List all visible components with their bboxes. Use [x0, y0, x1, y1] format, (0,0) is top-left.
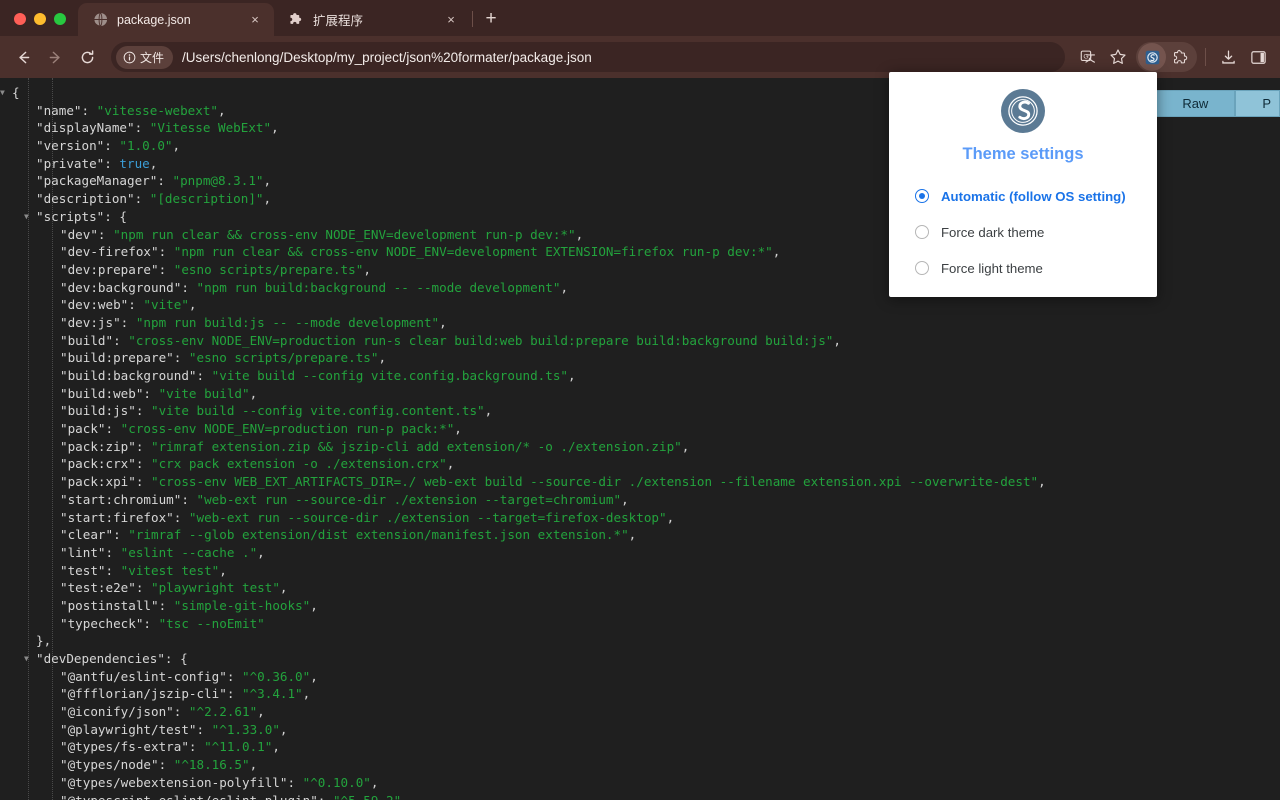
theme-extension-logo-icon — [1001, 89, 1045, 133]
tab-extensions[interactable]: 扩展程序 × — [274, 3, 470, 36]
parsed-button[interactable]: P — [1235, 90, 1280, 117]
json-line: "build:js": "vite build --config vite.co… — [60, 403, 493, 419]
tab-package-json[interactable]: package.json × — [78, 3, 274, 36]
reload-button[interactable] — [72, 42, 102, 72]
globe-icon — [92, 12, 108, 28]
browser-window: package.json × 扩展程序 × + 文件 /Users/chenlo… — [0, 0, 1280, 800]
tab-close-button[interactable]: × — [246, 11, 264, 29]
translate-icon[interactable]: G — [1074, 43, 1102, 71]
json-line: "postinstall": "simple-git-hooks", — [60, 597, 318, 613]
theme-options-group: Automatic (follow OS setting) Force dark… — [889, 164, 1157, 286]
json-line: "@types/fs-extra": "^11.0.1", — [60, 739, 280, 755]
url-text: /Users/chenlong/Desktop/my_project/json%… — [182, 49, 592, 65]
json-line: "build": "cross-env NODE_ENV=production … — [60, 332, 841, 348]
info-icon — [123, 51, 136, 63]
collapse-arrow-icon[interactable]: ▼ — [0, 84, 5, 102]
json-line: "pack:crx": "crx pack extension -o ./ext… — [60, 456, 455, 472]
theme-option-label: Force light theme — [941, 260, 1043, 276]
theme-option-light[interactable]: Force light theme — [915, 250, 1157, 286]
json-line: "@antfu/eslint-config": "^0.36.0", — [60, 668, 318, 684]
json-line: "@types/node": "^18.16.5", — [60, 757, 258, 773]
raw-button[interactable]: Raw — [1155, 90, 1236, 117]
file-scheme-label: 文件 — [140, 50, 165, 65]
json-line: "pack": "cross-env NODE_ENV=production r… — [60, 421, 462, 437]
tab-close-button[interactable]: × — [442, 11, 460, 29]
tab-title: package.json — [117, 12, 191, 27]
json-line: "@types/webextension-polyfill": "^0.10.0… — [60, 774, 379, 790]
tab-separator — [472, 11, 473, 27]
theme-settings-popup: Theme settings Automatic (follow OS sett… — [889, 72, 1157, 297]
collapse-arrow-icon[interactable]: ▼ — [24, 650, 29, 668]
json-line: "start:chromium": "web-ext run --source-… — [60, 491, 629, 507]
theme-option-automatic[interactable]: Automatic (follow OS setting) — [915, 178, 1157, 214]
new-tab-button[interactable]: + — [477, 5, 505, 33]
json-line: "@playwright/test": "^1.33.0", — [60, 721, 288, 737]
json-line: "dev:js": "npm run build:js -- --mode de… — [60, 314, 447, 330]
json-line: "pack:zip": "rimraf extension.zip && jsz… — [60, 438, 690, 454]
json-line: "build:prepare": "esno scripts/prepare.t… — [60, 350, 387, 366]
radio-automatic[interactable] — [915, 189, 929, 203]
close-window-button[interactable] — [14, 13, 26, 25]
json-line: }, — [36, 633, 52, 649]
popup-title: Theme settings — [962, 145, 1084, 163]
tab-strip: package.json × 扩展程序 × + — [0, 0, 1280, 36]
address-bar[interactable]: 文件 /Users/chenlong/Desktop/my_project/js… — [111, 42, 1065, 72]
json-line: "test": "vitest test", — [60, 562, 227, 578]
bookmark-star-icon[interactable] — [1104, 43, 1132, 71]
json-line: "@typescript-eslint/eslint-plugin": "^5.… — [60, 792, 409, 800]
json-line: "build:web": "vite build", — [60, 385, 258, 401]
collapse-arrow-icon[interactable]: ▼ — [24, 208, 29, 226]
json-line: ▼ "devDependencies": { — [24, 650, 188, 668]
theme-option-label: Automatic (follow OS setting) — [941, 188, 1126, 204]
json-line: "clear": "rimraf --glob extension/dist e… — [60, 527, 637, 543]
json-line: "typecheck": "tsc --noEmit" — [60, 615, 265, 631]
toolbar-divider — [1205, 48, 1206, 66]
json-line: "dev:web": "vite", — [60, 297, 197, 313]
json-line: "@ffflorian/jszip-cli": "^3.4.1", — [60, 686, 311, 702]
json-line: "lint": "eslint --cache .", — [60, 544, 265, 560]
radio-force-light[interactable] — [915, 261, 929, 275]
json-line: "pack:xpi": "cross-env WEB_EXT_ARTIFACTS… — [60, 474, 1046, 490]
forward-button[interactable] — [40, 42, 70, 72]
download-icon[interactable] — [1214, 43, 1242, 71]
side-panel-icon[interactable] — [1244, 43, 1272, 71]
json-line: "test:e2e": "playwright test", — [60, 580, 288, 596]
theme-option-dark[interactable]: Force dark theme — [915, 214, 1157, 250]
extension-active-icon[interactable] — [1138, 43, 1166, 71]
tab-title: 扩展程序 — [313, 14, 364, 28]
view-mode-buttons: Raw P — [1155, 90, 1280, 117]
back-button[interactable] — [8, 42, 38, 72]
puzzle-icon[interactable] — [1167, 43, 1195, 71]
puzzle-icon — [288, 12, 304, 28]
window-controls — [0, 13, 78, 36]
theme-option-label: Force dark theme — [941, 224, 1045, 240]
file-scheme-badge[interactable]: 文件 — [116, 45, 174, 69]
radio-force-dark[interactable] — [915, 225, 929, 239]
extension-toolbar-group — [1136, 42, 1197, 72]
maximize-window-button[interactable] — [54, 13, 66, 25]
json-line: "start:firefox": "web-ext run --source-d… — [60, 509, 675, 525]
minimize-window-button[interactable] — [34, 13, 46, 25]
json-line: "build:background": "vite build --config… — [60, 368, 576, 383]
json-line: "@iconify/json": "^2.2.61", — [60, 704, 265, 720]
